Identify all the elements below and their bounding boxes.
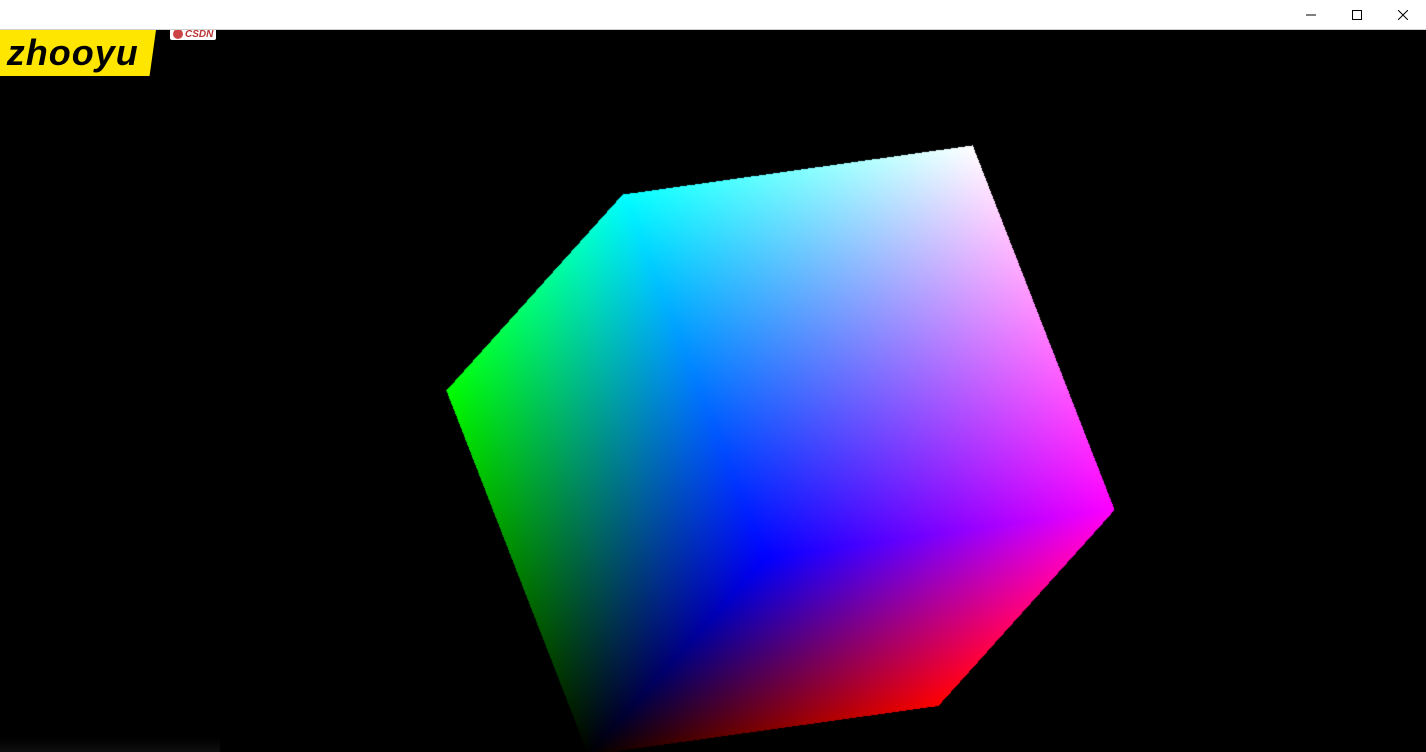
csdn-badge: CSDN [170, 30, 216, 40]
cube-canvas [0, 30, 1426, 752]
close-button[interactable] [1380, 0, 1426, 29]
watermark-badge: zhooyu [0, 30, 156, 76]
minimize-button[interactable] [1288, 0, 1334, 29]
csdn-text: CSDN [185, 30, 213, 40]
csdn-face-icon [173, 30, 183, 39]
render-viewport[interactable]: zhooyu CSDN [0, 30, 1426, 752]
maximize-button[interactable] [1334, 0, 1380, 29]
watermark-text: zhooyu [7, 32, 139, 74]
minimize-icon [1306, 10, 1316, 20]
window-titlebar [0, 0, 1426, 30]
close-icon [1398, 10, 1408, 20]
taskbar-shadow [0, 738, 220, 752]
maximize-icon [1352, 10, 1362, 20]
